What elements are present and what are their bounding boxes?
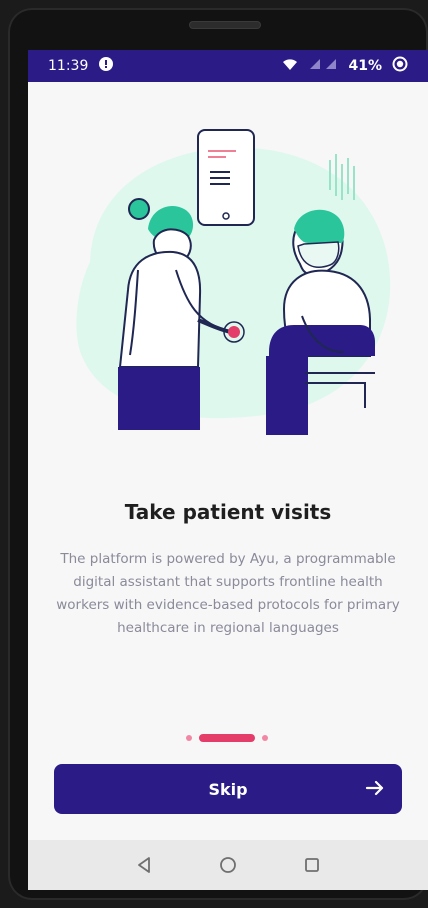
patient-visit-illustration [76,129,391,435]
pager-dot-inactive [186,735,192,741]
home-icon[interactable] [217,854,239,876]
notification-icon [98,56,114,76]
phone-frame: 11:39 41% Take patient visits The platfo… [8,8,428,900]
status-bar: 11:39 41% [28,50,428,82]
pager-dot-inactive [262,735,268,741]
skip-button[interactable]: Skip [54,764,402,814]
page-description: The platform is powered by Ayu, a progra… [56,551,400,636]
back-icon[interactable] [133,854,155,876]
arrow-right-icon [365,780,384,796]
system-navigation-bar [28,840,428,890]
skip-label: Skip [208,779,248,799]
status-right: 41% [282,56,408,76]
status-time: 11:39 [48,58,89,74]
battery-icon [392,56,408,76]
status-left: 11:39 [48,56,114,76]
recents-icon[interactable] [301,854,323,876]
tablet-illustration [197,129,255,226]
speaker-grille [190,22,260,28]
battery-percent: 41% [348,58,382,74]
pager-indicator [186,733,276,743]
signal-icon [308,57,338,75]
app-screen: 11:39 41% Take patient visits The platfo… [28,50,428,890]
wifi-icon [282,57,298,75]
pager-dot-active [199,734,255,742]
page-title: Take patient visits [124,500,332,524]
